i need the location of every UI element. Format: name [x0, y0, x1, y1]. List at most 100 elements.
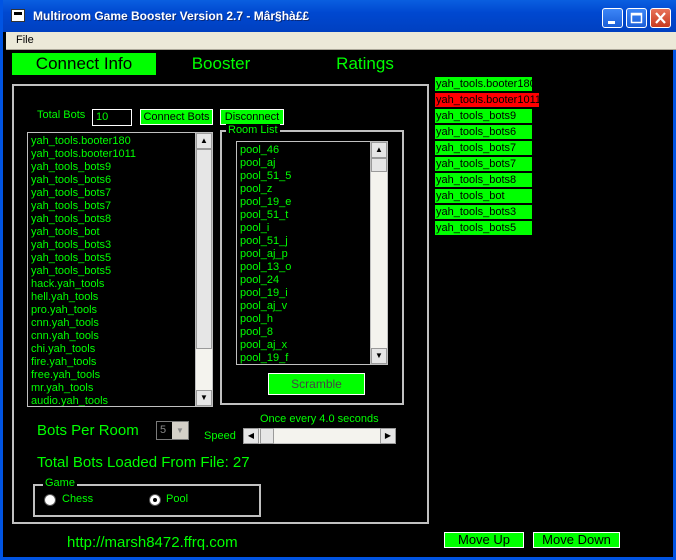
scroll-down-button[interactable]: ▼: [371, 348, 387, 364]
chevron-down-icon: ▼: [172, 422, 188, 439]
room-list-item[interactable]: pool_46: [239, 144, 370, 157]
move-up-button[interactable]: Move Up: [444, 532, 524, 548]
tab-booster[interactable]: Booster: [163, 53, 279, 75]
bot-list-item[interactable]: yah_tools.booter1011: [30, 148, 195, 161]
arrow-down-icon: ▼: [375, 351, 383, 360]
bot-list-item[interactable]: yah_tools_bots8: [30, 213, 195, 226]
room-list-item[interactable]: pool_51_j: [239, 235, 370, 248]
bots-listbox[interactable]: yah_tools.booter180 yah_tools.booter1011 y…: [27, 132, 213, 407]
bot-list-item[interactable]: yah_tools_bots5: [30, 252, 195, 265]
maximize-button[interactable]: [626, 8, 647, 28]
bot-list-item[interactable]: pro.yah_tools: [30, 304, 195, 317]
scroll-down-button[interactable]: ▼: [196, 390, 212, 406]
chess-radio[interactable]: [44, 494, 56, 506]
room-list-item[interactable]: pool_13_o: [239, 261, 370, 274]
chess-label: Chess: [62, 493, 94, 505]
slider-right-button[interactable]: ▶: [380, 428, 396, 444]
room-list-item[interactable]: pool_8: [239, 326, 370, 339]
bot-list-item[interactable]: yah_tools_bots7: [30, 187, 195, 200]
connect-bots-button[interactable]: Connect Bots: [140, 109, 213, 125]
slider-thumb[interactable]: [260, 428, 274, 444]
bot-list-item[interactable]: cnn.yah_tools: [30, 330, 195, 343]
arrow-up-icon: ▲: [200, 136, 208, 145]
close-icon: [655, 12, 666, 24]
close-button[interactable]: [650, 8, 671, 28]
speed-slider[interactable]: ◀ ▶: [243, 428, 396, 444]
pool-radio[interactable]: [149, 494, 161, 506]
speed-caption: Once every 4.0 seconds: [260, 413, 379, 425]
room-list-item[interactable]: pool_19_f: [239, 352, 370, 364]
room-list-item[interactable]: pool_24: [239, 274, 370, 287]
app-icon: [11, 9, 25, 22]
room-list-item[interactable]: pool_19_e: [239, 196, 370, 209]
minimize-button[interactable]: [602, 8, 623, 28]
slider-left-button[interactable]: ◀: [243, 428, 259, 444]
bot-list-item[interactable]: yah_tools_bots3: [30, 239, 195, 252]
side-list-item[interactable]: yah_tools.booter180: [435, 77, 536, 91]
bot-list-item[interactable]: free.yah_tools: [30, 369, 195, 382]
room-list-item[interactable]: pool_19_i: [239, 287, 370, 300]
bot-list-item[interactable]: yah_tools_bots9: [30, 161, 195, 174]
bot-list-item[interactable]: chi.yah_tools: [30, 343, 195, 356]
menu-file[interactable]: File: [16, 34, 34, 46]
room-list-item[interactable]: pool_51_t: [239, 209, 370, 222]
disconnect-button[interactable]: Disconnect: [220, 109, 284, 125]
tab-ratings[interactable]: Ratings: [308, 53, 422, 75]
scroll-thumb[interactable]: [371, 158, 387, 172]
website-link[interactable]: http://marsh8472.ffrq.com: [67, 534, 238, 551]
side-list-item[interactable]: yah_tools_bots9: [435, 109, 532, 123]
scramble-button[interactable]: Scramble: [268, 373, 365, 395]
side-list-item[interactable]: yah_tools_bots3: [435, 205, 532, 219]
total-loaded-label: Total Bots Loaded From File: 27: [37, 454, 250, 471]
bot-list-item[interactable]: hell.yah_tools: [30, 291, 195, 304]
room-list-item[interactable]: pool_aj_v: [239, 300, 370, 313]
bot-list-item[interactable]: audio.yah_tools: [30, 395, 195, 406]
maximize-icon: [630, 12, 643, 24]
app-window: Multiroom Game Booster Version 2.7 - Mâr…: [0, 0, 676, 560]
bots-per-room-select[interactable]: 5 ▼: [156, 421, 189, 440]
room-list-item[interactable]: pool_aj: [239, 157, 370, 170]
side-list-item[interactable]: yah_tools_bots6: [435, 125, 532, 139]
title-bar[interactable]: Multiroom Game Booster Version 2.7 - Mâr…: [3, 0, 676, 32]
scroll-up-button[interactable]: ▲: [196, 133, 212, 149]
room-scrollbar[interactable]: ▲ ▼: [370, 142, 387, 364]
side-list-item[interactable]: yah_tools.booter1011: [435, 93, 541, 107]
arrow-down-icon: ▼: [200, 393, 208, 402]
pool-label: Pool: [166, 493, 189, 505]
window-title: Multiroom Game Booster Version 2.7 - Mâr…: [33, 9, 310, 23]
tab-connect-info[interactable]: Connect Info: [12, 53, 156, 75]
move-down-button[interactable]: Move Down: [533, 532, 620, 548]
bot-list-item[interactable]: yah_tools.booter180: [30, 135, 195, 148]
room-list-item[interactable]: pool_aj_p: [239, 248, 370, 261]
bot-list-item[interactable]: yah_tools_bots6: [30, 174, 195, 187]
side-list-item[interactable]: yah_tools_bots7: [435, 141, 532, 155]
arrow-right-icon: ▶: [384, 431, 392, 440]
bot-list-item[interactable]: fire.yah_tools: [30, 356, 195, 369]
room-list-item[interactable]: pool_51_5: [239, 170, 370, 183]
room-listbox[interactable]: pool_46 pool_aj pool_51_5 pool_z pool_19_e po…: [236, 141, 388, 365]
scroll-thumb[interactable]: [196, 149, 212, 349]
side-list-item[interactable]: yah_tools_bots5: [435, 221, 532, 235]
menu-bar: File: [6, 32, 676, 50]
room-list-item[interactable]: pool_z: [239, 183, 370, 196]
bot-list-item[interactable]: yah_tools_bot: [30, 226, 195, 239]
side-list-item[interactable]: yah_tools_bots8: [435, 173, 532, 187]
bot-list-item[interactable]: mr.yah_tools: [30, 382, 195, 395]
bots-scrollbar[interactable]: ▲ ▼: [195, 133, 212, 406]
game-label: Game: [43, 477, 77, 489]
scroll-up-button[interactable]: ▲: [371, 142, 387, 158]
arrow-left-icon: ◀: [247, 431, 255, 440]
bot-list-item[interactable]: yah_tools_bots5: [30, 265, 195, 278]
bot-list-item[interactable]: hack.yah_tools: [30, 278, 195, 291]
bots-list: yah_tools.booter180 yah_tools.booter1011 y…: [30, 135, 195, 406]
minimize-icon: [608, 21, 615, 24]
bot-list-item[interactable]: cnn.yah_tools: [30, 317, 195, 330]
side-list-item[interactable]: yah_tools_bot: [435, 189, 532, 203]
room-list-item[interactable]: pool_aj_x: [239, 339, 370, 352]
total-bots-input[interactable]: 10: [92, 109, 132, 126]
bot-list-item[interactable]: yah_tools_bots7: [30, 200, 195, 213]
speed-label: Speed: [204, 430, 236, 442]
room-list-item[interactable]: pool_h: [239, 313, 370, 326]
room-list-item[interactable]: pool_i: [239, 222, 370, 235]
side-list-item[interactable]: yah_tools_bots7: [435, 157, 532, 171]
